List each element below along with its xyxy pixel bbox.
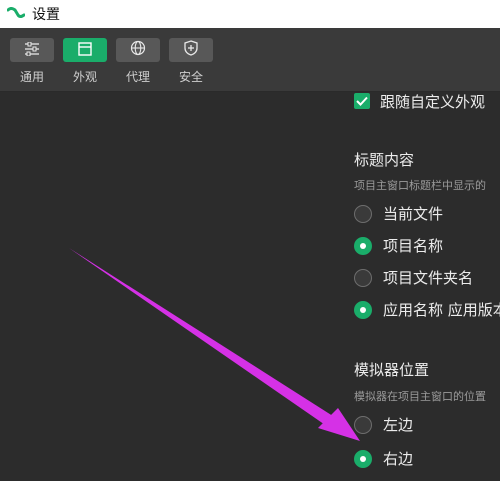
- window-title: 设置: [32, 7, 60, 23]
- tab-security[interactable]: 安全: [169, 38, 213, 88]
- radio-label: 当前文件: [383, 205, 444, 223]
- radio-checked-icon[interactable]: [354, 300, 372, 319]
- radio-option-project-folder[interactable]: 项目文件夹名: [354, 267, 473, 288]
- radio-checked-icon[interactable]: [354, 236, 372, 255]
- tab-appearance-label: 外观: [72, 70, 97, 84]
- radio-checked-icon[interactable]: [354, 449, 372, 468]
- follow-custom-appearance-label: 跟随自定义外观: [380, 93, 486, 111]
- radio-option-left[interactable]: 左边: [354, 414, 413, 435]
- title-bar: 设置: [0, 0, 500, 28]
- radio-label: 应用名称 应用版本: [383, 301, 500, 319]
- radio-label: 左边: [383, 416, 414, 434]
- tab-appearance[interactable]: 外观: [63, 38, 107, 88]
- radio-label: 项目名称: [383, 237, 444, 255]
- simulator-position-heading: 模拟器位置: [354, 361, 430, 379]
- shield-icon: [184, 40, 198, 60]
- window-icon: [78, 41, 92, 60]
- tab-general[interactable]: 通用: [10, 38, 54, 88]
- settings-content: 跟随自定义外观 标题内容 项目主窗口标题栏中显示的 当前文件 项目名称 项目文件…: [0, 93, 500, 481]
- radio-label: 右边: [383, 450, 414, 468]
- tab-general-label: 通用: [19, 70, 44, 84]
- tab-proxy[interactable]: 代理: [116, 38, 160, 88]
- app-logo-icon: [4, 2, 28, 26]
- tab-security-label: 安全: [178, 70, 203, 84]
- radio-option-right[interactable]: 右边: [354, 448, 413, 469]
- tab-proxy-label: 代理: [125, 70, 150, 84]
- simulator-position-description: 模拟器在项目主窗口的位置: [354, 390, 486, 403]
- title-content-description: 项目主窗口标题栏中显示的: [354, 179, 486, 192]
- globe-icon: [130, 40, 146, 60]
- settings-toolbar: 通用 外观 代理 安全: [0, 28, 500, 92]
- radio-unchecked-icon[interactable]: [354, 268, 372, 287]
- radio-label: 项目文件夹名: [383, 269, 474, 287]
- radio-option-current-file[interactable]: 当前文件: [354, 203, 443, 224]
- radio-unchecked-icon[interactable]: [354, 415, 372, 434]
- title-content-heading: 标题内容: [354, 151, 415, 169]
- checkbox-checked-icon[interactable]: [354, 93, 370, 109]
- follow-custom-appearance-option[interactable]: 跟随自定义外观: [354, 93, 486, 111]
- sliders-icon: [24, 41, 40, 60]
- radio-option-app-name-version[interactable]: 应用名称 应用版本: [354, 299, 500, 320]
- radio-unchecked-icon[interactable]: [354, 204, 372, 223]
- radio-option-project-name[interactable]: 项目名称: [354, 235, 443, 256]
